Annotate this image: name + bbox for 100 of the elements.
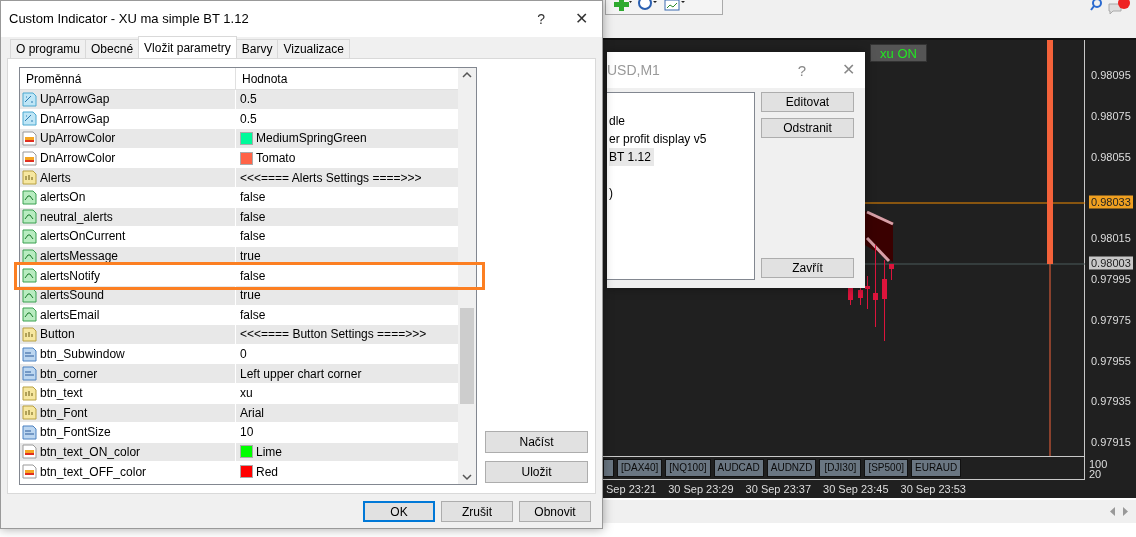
list-item[interactable]: BT 1.12	[609, 148, 654, 166]
tab[interactable]: Vizualizace	[277, 39, 350, 58]
parameter-value[interactable]: Lime	[256, 443, 282, 461]
parameter-value[interactable]: Arial	[240, 403, 264, 422]
tab[interactable]: Barvy	[235, 39, 279, 58]
parameter-value[interactable]: false	[240, 188, 266, 207]
time-label: 30 Sep 23:53	[900, 481, 966, 497]
parameter-name: btn_text_ON_color	[40, 444, 141, 461]
volume-label: 100	[1089, 459, 1108, 469]
parameter-name: UpArrowGap	[40, 91, 110, 109]
symbol-button[interactable]: [NQ100]	[665, 459, 711, 477]
chart-icon[interactable]	[664, 0, 686, 11]
parameter-name: alertsOnCurrent	[40, 228, 126, 246]
parameter-name: btn_text_OFF_color	[40, 463, 147, 481]
save-button[interactable]: Uložit	[485, 461, 588, 483]
close-button[interactable]: ✕	[575, 11, 588, 27]
parameter-value[interactable]: false	[240, 227, 266, 246]
parameter-name: alertsEmail	[40, 306, 100, 324]
dialog-button[interactable]: Editovat	[761, 92, 854, 112]
help-button[interactable]: ?	[797, 62, 806, 78]
close-dialog-button[interactable]: Zavřít	[761, 258, 854, 278]
time-label: 30 Sep 23:29	[668, 481, 734, 497]
list-item[interactable]: dle	[609, 112, 628, 130]
window-title: USD,M1	[607, 60, 661, 80]
parameter-value[interactable]: Red	[256, 462, 278, 481]
dialog-button[interactable]: Odstranit	[761, 118, 854, 138]
price-tag: 0.98033	[1089, 195, 1133, 208]
scrollbar-thumb[interactable]	[460, 308, 474, 404]
number-icon	[22, 111, 37, 127]
number-icon	[22, 91, 37, 107]
parameter-value[interactable]: Left upper chart corner	[240, 364, 362, 383]
symbol-button[interactable]	[603, 459, 614, 477]
parameter-name: Alerts	[40, 169, 71, 187]
parameter-value[interactable]: 0.5	[240, 90, 257, 109]
add-icon[interactable]	[614, 0, 632, 11]
symbol-button[interactable]: [SP500]	[864, 459, 908, 477]
parameter-value[interactable]: 10	[240, 423, 254, 442]
help-button[interactable]: ?	[537, 12, 545, 26]
parameter-name: neutral_alerts	[40, 208, 113, 226]
scroll-right-icon[interactable]	[1122, 507, 1128, 516]
parameter-value[interactable]: 0	[240, 345, 247, 363]
indicator-list[interactable]: dle er profit display v5 BT 1.12 )	[607, 92, 755, 280]
parameter-value[interactable]: true	[240, 247, 261, 266]
symbol-button[interactable]: EURAUD	[911, 459, 962, 477]
parameter-name: alertsMessage	[40, 248, 119, 266]
parameter-value[interactable]: false	[240, 207, 266, 226]
volume-label: 20	[1089, 469, 1103, 479]
column-header[interactable]: Hodnota	[236, 68, 458, 89]
parameter-name: btn_Font	[40, 404, 88, 422]
parameter-name: alertsOn	[40, 189, 86, 207]
time-label: 30 Sep 23:45	[823, 481, 889, 497]
parameter-name: btn_text	[40, 385, 83, 403]
parameter-value[interactable]: 0.5	[240, 109, 257, 128]
color-icon	[22, 464, 37, 480]
price-label: 0.98075	[1090, 109, 1132, 123]
parameter-name: DnArrowColor	[40, 150, 116, 168]
toggle-button[interactable]: xu ON	[870, 44, 927, 62]
parameter-value[interactable]: false	[240, 266, 266, 285]
tab[interactable]: O programu	[10, 39, 87, 58]
clock-icon[interactable]	[638, 0, 658, 11]
price-label: 0.97995	[1090, 272, 1132, 286]
price-label: 0.97915	[1090, 435, 1132, 449]
price-label: 0.97935	[1090, 394, 1132, 408]
time-label: Sep 23:21	[606, 481, 657, 497]
price-label: 0.98055	[1090, 150, 1132, 164]
tab[interactable]: Vložit parametry	[138, 36, 237, 58]
price-tag: 0.98003	[1089, 256, 1133, 270]
symbol-button[interactable]: [DAX40]	[617, 459, 663, 477]
dialog-button[interactable]: Obnovit	[519, 501, 591, 522]
parameter-value[interactable]: <<<==== Button Settings ====>>>	[240, 325, 427, 344]
time-label: 30 Sep 23:37	[745, 481, 812, 497]
parameter-name: alertsNotify	[40, 267, 101, 285]
number-icon	[22, 366, 37, 382]
parameter-name: UpArrowColor	[40, 130, 116, 148]
parameter-value[interactable]: MediumSpringGreen	[256, 129, 367, 148]
number-icon	[22, 346, 37, 362]
symbol-button[interactable]: AUDNZD	[766, 459, 817, 477]
parameter-value[interactable]: false	[240, 305, 266, 324]
column-header[interactable]: Proměnná	[20, 68, 236, 89]
parameter-value[interactable]: xu	[240, 384, 253, 403]
chat-icon[interactable]	[1108, 0, 1130, 14]
parameter-value[interactable]: <<<==== Alerts Settings ====>>>	[240, 168, 422, 187]
search-icon[interactable]	[1090, 0, 1102, 11]
parameter-name: DnArrowGap	[40, 110, 110, 128]
symbol-button[interactable]: [DJI30]	[819, 459, 862, 477]
load-button[interactable]: Načíst	[485, 431, 588, 453]
parameter-name: Button	[40, 326, 75, 344]
close-button[interactable]: ✕	[842, 62, 855, 78]
price-label: 0.97975	[1090, 313, 1132, 327]
dialog-button[interactable]: OK	[363, 501, 435, 522]
scroll-left-icon[interactable]	[1110, 507, 1116, 516]
symbol-button[interactable]: AUDCAD	[713, 459, 764, 477]
price-label: 0.98095	[1090, 68, 1132, 82]
parameter-value[interactable]: Tomato	[256, 149, 296, 168]
dialog-button[interactable]: Zrušit	[441, 501, 513, 522]
list-item[interactable]: er profit display v5	[609, 130, 710, 148]
list-item[interactable]: )	[609, 184, 616, 202]
parameter-value[interactable]: true	[240, 286, 261, 305]
parameter-name: btn_Subwindow	[40, 346, 125, 363]
parameter-name: btn_FontSize	[40, 424, 111, 442]
